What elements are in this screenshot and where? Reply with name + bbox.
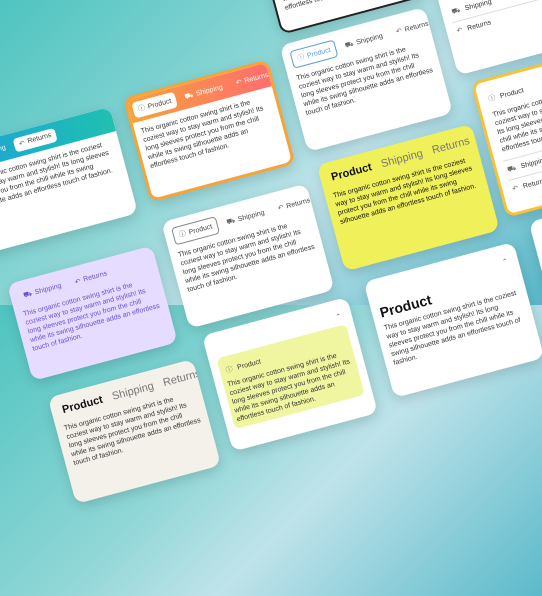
tab-label: Shipping [380,148,424,171]
row-label: Product [237,358,262,371]
accordion-card-right: ⛟Shipping ↶Returns [427,0,542,75]
tab-label: Shipping [355,32,383,46]
return-arrow-icon: ↶ [18,139,26,148]
tab-label: Shipping [195,84,223,98]
truck-icon: ⛟ [344,39,355,50]
tab-label: Returns [431,135,471,157]
info-icon: ⓘ [225,364,234,375]
heading-card-product: ⌃ Product This organic cotton swing shir… [364,242,542,398]
return-arrow-icon: ↶ [235,78,243,87]
tab-label: Shipping [34,282,62,296]
row-label: Shipping [464,0,492,12]
return-arrow-icon: ↶ [456,26,464,35]
tab-returns[interactable]: ↶Returns [390,15,436,40]
info-icon: ⓘ [178,229,187,240]
tab-label: Returns [244,71,269,84]
info-icon: ⓘ [296,52,305,63]
return-arrow-icon: ↶ [395,27,403,36]
row-label: Shipping [520,156,542,170]
info-icon: ⓘ [487,93,496,104]
tab-label: Product [61,394,104,416]
tab-label: Returns [27,132,52,145]
tab-label: Product [306,46,331,59]
tabs-card-plain: ⓘProduct ⛟Shipping ↶Returns This organic… [280,7,453,152]
tab-label: Returns [404,20,429,33]
truck-icon: ⛟ [225,216,236,227]
info-icon: ⓘ [137,103,146,114]
return-arrow-icon: ↶ [277,203,285,212]
truck-icon: ⛟ [506,164,517,175]
return-arrow-icon: ↶ [512,184,520,193]
truck-icon: ⛟ [184,90,195,101]
tabs-card-yellow: Product Shipping Returns This organic co… [317,124,500,272]
row-label: Returns [466,19,491,32]
tab-label: Shipping [0,144,7,158]
tab-label: Shipping [237,209,265,223]
tab-label: Product [188,223,213,236]
tabs-card-blue: ⛟Shipping ↶Returns This organic cotton s… [0,107,138,255]
chevron-up-icon[interactable]: ⌃ [501,257,509,266]
return-arrow-icon: ↶ [74,277,82,286]
chevron-up-icon[interactable]: ⌃ [335,312,343,321]
tabs-card-orange: ⓘProduct ⛟Shipping ↶Returns This organic… [123,59,296,202]
accordion-card-yellow: ⌃ ⓘProduct This organic cotton swing shi… [202,297,378,452]
description-text: This organic cotton swing shirt is the c… [275,0,412,13]
tab-label: Shipping [111,380,155,403]
card-collage: ⛟Shipping ↶Returns This organic cotton s… [0,0,542,596]
tab-label: Product [147,97,172,110]
tabs-card-purple: ⛟Shipping ↶Returns This organic cotton s… [7,246,178,381]
row-label: Product [499,87,524,100]
tab-label: Returns [83,270,108,283]
tab-label: Product [330,161,373,183]
row-label: Returns [522,177,542,190]
truck-icon: ⛟ [22,289,33,300]
tabs-card-large-plain: Product Shipping Returns This organic co… [48,359,221,504]
truck-icon: ⛟ [451,6,462,17]
tab-label: Returns [162,368,202,390]
tab-returns[interactable]: ↶Returns [271,192,317,217]
tab-returns[interactable]: Returns [158,365,205,392]
tab-label: Returns [286,197,311,210]
